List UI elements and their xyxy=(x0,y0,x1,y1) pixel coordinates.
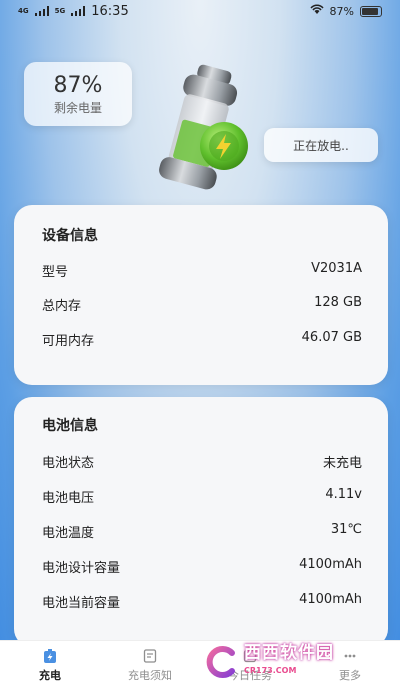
row-value: 31℃ xyxy=(330,522,362,537)
device-info-row: 总内存 128 GB xyxy=(42,295,362,314)
discharge-status-bubble: 正在放电.. xyxy=(264,128,378,162)
network-b-label: 5G xyxy=(54,6,66,15)
tab-charging-notes[interactable]: 充电须知 xyxy=(100,641,200,689)
battery-info-row: 电池温度 31℃ xyxy=(42,522,362,541)
charge-label: 剩余电量 xyxy=(53,100,102,115)
device-info-card: 设备信息 型号 V2031A 总内存 128 GB 可用内存 46.07 GB xyxy=(14,205,388,385)
watermark-c-icon xyxy=(206,646,235,678)
battery-illustration-icon xyxy=(159,64,248,190)
row-value: 4.11v xyxy=(325,487,362,502)
row-label: 电池温度 xyxy=(42,526,95,541)
row-value: 未充电 xyxy=(322,456,362,471)
tab-label: 充电须知 xyxy=(128,668,172,682)
battery-info-row: 电池状态 未充电 xyxy=(42,452,362,471)
battery-info-title: 电池信息 xyxy=(42,418,98,434)
row-value: 4100mAh xyxy=(299,557,362,572)
charge-percent: 87% xyxy=(53,72,103,98)
status-left: 4G 5G 16:35 xyxy=(18,4,129,19)
row-label: 型号 xyxy=(42,265,69,280)
row-value: 4100mAh xyxy=(299,592,362,607)
status-battery-icon xyxy=(360,5,382,17)
network-a-label: 4G xyxy=(18,6,29,15)
battery-icon xyxy=(44,648,56,663)
watermark-subtext: CR173.COM xyxy=(244,666,297,675)
row-label: 电池设计容量 xyxy=(42,561,121,576)
wifi-icon xyxy=(309,4,324,18)
row-value: 46.07 GB xyxy=(301,330,362,345)
device-info-title: 设备信息 xyxy=(42,228,98,244)
row-label: 电池电压 xyxy=(42,491,95,506)
status-right: 87% xyxy=(309,4,382,18)
signal-a-icon xyxy=(34,6,49,16)
device-info-row: 型号 V2031A xyxy=(42,261,362,280)
row-label: 总内存 xyxy=(42,299,82,314)
signal-b-icon xyxy=(71,6,86,16)
battery-info-row: 电池当前容量 4100mAh xyxy=(42,592,362,611)
row-value: V2031A xyxy=(311,261,362,276)
watermark-logo: 西西软件园 CR173.COM xyxy=(204,642,384,682)
row-value: 128 GB xyxy=(314,295,362,310)
battery-info-row: 电池电压 4.11v xyxy=(42,487,362,506)
row-label: 可用内存 xyxy=(42,334,95,349)
remaining-charge-bubble: 87% 剩余电量 xyxy=(24,62,132,126)
status-time: 16:35 xyxy=(91,3,129,19)
status-bar: 4G 5G 16:35 87% xyxy=(0,0,400,22)
watermark-text: 西西软件园 xyxy=(244,643,334,663)
row-label: 电池当前容量 xyxy=(42,596,121,611)
row-label: 电池状态 xyxy=(42,456,95,471)
battery-info-card: 电池信息 电池状态 未充电 电池电压 4.11v 电池温度 31℃ 电池设计容量… xyxy=(14,397,388,647)
device-info-row: 可用内存 46.07 GB xyxy=(42,330,362,349)
tab-charge[interactable]: 充电 xyxy=(0,641,100,689)
document-icon xyxy=(143,648,157,663)
tab-label: 充电 xyxy=(39,668,61,682)
status-battery-percent: 87% xyxy=(329,4,354,18)
battery-info-row: 电池设计容量 4100mAh xyxy=(42,557,362,576)
